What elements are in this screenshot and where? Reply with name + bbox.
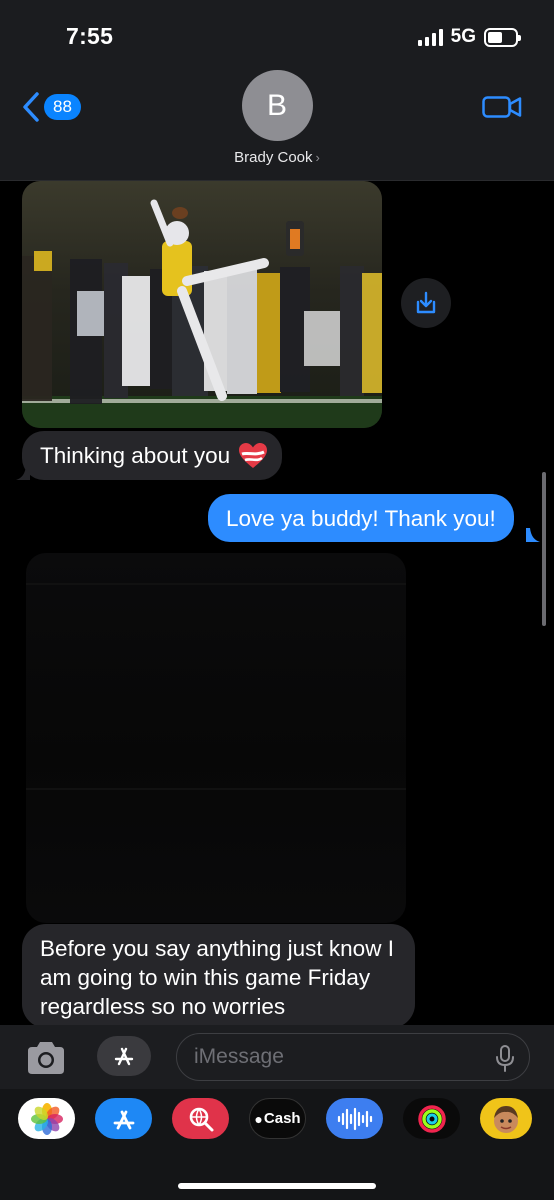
photos-icon [30, 1102, 63, 1135]
message-text: Thinking about you [40, 443, 231, 468]
save-photo-button[interactable] [401, 278, 451, 328]
audio-message-app-button[interactable] [326, 1098, 383, 1139]
incoming-message[interactable]: Before you say anything just know I am g… [22, 924, 415, 1028]
app-store-button[interactable] [97, 1036, 151, 1076]
contact-name-text: Brady Cook [234, 149, 313, 166]
activity-app-button[interactable] [403, 1098, 460, 1139]
composer-bar [0, 1025, 554, 1089]
avatar: B [241, 70, 313, 141]
battery-icon [484, 27, 521, 47]
video-camera-icon[interactable] [482, 95, 522, 119]
microphone-icon[interactable] [495, 1045, 515, 1073]
memoji-icon [494, 1105, 518, 1133]
message-text: Before you say anything just know I am g… [40, 936, 394, 1019]
app-store-app-button[interactable] [95, 1098, 152, 1139]
apple-cash-app-button[interactable]: ● Cash [249, 1098, 306, 1139]
incoming-message[interactable]: Thinking about you [22, 431, 283, 480]
cellular-signal-icon [417, 28, 443, 46]
message-input[interactable] [176, 1033, 530, 1081]
app-store-icon [114, 1047, 134, 1066]
heart-ribbon-emoji-icon [239, 442, 268, 468]
status-time: 7:55 [66, 23, 114, 49]
apple-logo-icon: ● [254, 1110, 263, 1127]
cash-label: Cash [263, 1110, 301, 1127]
search-globe-icon [189, 1107, 213, 1131]
bubble-tail [16, 466, 30, 480]
photo-message[interactable] [22, 181, 382, 428]
outgoing-message[interactable]: Love ya buddy! Thank you! [208, 494, 514, 542]
status-indicators: 5G [417, 26, 521, 48]
download-icon [416, 291, 436, 314]
message-text: Love ya buddy! Thank you! [226, 505, 496, 531]
waveform-icon [337, 1107, 372, 1130]
app-store-icon [113, 1110, 134, 1129]
activity-rings-icon [417, 1104, 446, 1133]
obscured-image-message[interactable] [26, 553, 406, 923]
chevron-right-icon: › [315, 150, 320, 165]
home-indicator[interactable] [178, 1183, 376, 1189]
conversation-header: 7:55 5G 88 B Brady Cook › [0, 0, 554, 181]
memoji-app-button[interactable] [480, 1098, 532, 1139]
contact-name: Brady Cook › [0, 149, 554, 166]
bubble-tail [526, 528, 540, 542]
images-search-app-button[interactable] [172, 1098, 229, 1139]
football-photo [22, 181, 382, 428]
scroll-indicator[interactable] [542, 472, 546, 626]
network-type: 5G [450, 26, 476, 47]
contact-info[interactable]: B Brady Cook › [0, 70, 554, 166]
camera-icon[interactable] [23, 1035, 69, 1081]
photos-app-button[interactable] [18, 1098, 75, 1139]
